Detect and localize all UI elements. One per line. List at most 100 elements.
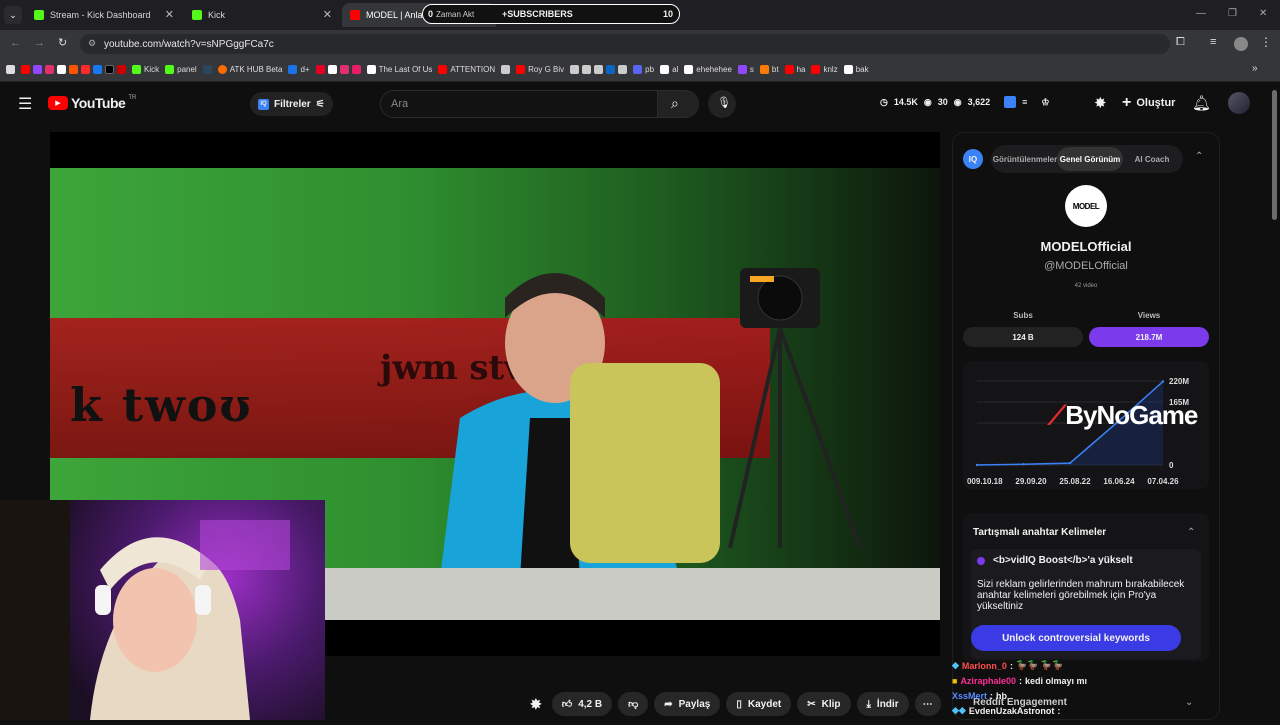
trophy-icon[interactable]: ♔: [1041, 97, 1049, 108]
profile-avatar[interactable]: [1234, 37, 1248, 51]
subs-toggle[interactable]: 124 B: [963, 327, 1083, 347]
media-icon[interactable]: ≡: [1210, 36, 1216, 48]
bookmark-item[interactable]: ehehehee: [684, 65, 732, 74]
list-icon[interactable]: ≡: [1022, 97, 1027, 107]
tab-kick-dashboard[interactable]: Stream - Kick Dashboard ✕: [26, 3, 180, 27]
page-scrollbar[interactable]: [1272, 90, 1277, 220]
bookmark-label: ehehehee: [696, 65, 732, 74]
hamburger-menu-icon[interactable]: ☰: [18, 94, 32, 114]
bookmark-item[interactable]: The Last Of Us: [366, 65, 432, 74]
create-button[interactable]: + Oluştur: [1122, 94, 1175, 112]
like-button[interactable]: 👍︎ 4,2 B: [551, 692, 613, 716]
subscriber-count-right: 10: [662, 9, 673, 19]
unlock-button[interactable]: Unlock controversial keywords: [971, 625, 1181, 651]
chat-message: XssMert: hb: [952, 690, 1008, 701]
apps-icon[interactable]: [6, 65, 15, 74]
vidiq-icon[interactable]: [1004, 96, 1017, 108]
chart-point: [1022, 463, 1025, 466]
bookmark-item[interactable]: bak: [843, 65, 869, 74]
bynogame-logo-icon: ⟋: [1048, 400, 1066, 430]
menu-icon[interactable]: ⋮: [1260, 35, 1272, 49]
clip-button[interactable]: ✂ Klip: [797, 692, 851, 716]
dislike-button[interactable]: 👎︎: [618, 692, 649, 716]
chat-user: EvdenUzakAstronot: [968, 705, 1055, 716]
bookmark-label: ATK HUB Beta: [229, 65, 283, 74]
bookmark-icons[interactable]: [315, 65, 361, 74]
bookmark-item[interactable]: Roy G Biv: [516, 65, 564, 74]
bookmark-item[interactable]: ATK HUB Beta: [217, 65, 283, 74]
close-window-icon[interactable]: ✕: [1259, 8, 1267, 19]
scissors-icon: ✂: [807, 698, 816, 710]
bookmark-icon: ▯: [736, 698, 742, 710]
bookmark-item[interactable]: d+: [288, 65, 310, 74]
forward-icon[interactable]: →: [34, 37, 45, 49]
plus-icon: +: [1122, 94, 1132, 111]
bookmark-label: pb: [645, 65, 655, 74]
views-toggle[interactable]: 218.7M: [1089, 327, 1209, 347]
bookmark-item[interactable]: knlz: [811, 65, 838, 74]
youtube-logo[interactable]: ▶ YouTube TR: [48, 95, 136, 111]
bookmark-icon[interactable]: [501, 65, 511, 74]
chevron-up-icon[interactable]: ⌃: [1187, 527, 1195, 538]
boost-title: <b>vidIQ Boost</b>'a yükselt: [993, 555, 1133, 566]
clip-label: Klip: [821, 698, 841, 710]
bookmark-item[interactable]: panel: [165, 65, 197, 74]
bookmark-item[interactable]: pb: [633, 65, 654, 74]
badge-icon: ■: [952, 675, 958, 686]
filters-button[interactable]: IQ Filtreler ⚟: [250, 92, 333, 116]
chat-user: XssMert: [952, 690, 988, 701]
search-button[interactable]: ⌕: [657, 90, 699, 118]
kick-icon: [192, 10, 202, 20]
bookmark-item[interactable]: Kick: [132, 65, 159, 74]
bookmark-label: ha: [796, 65, 806, 74]
site-info-icon[interactable]: ⚙: [88, 38, 96, 49]
tab-views[interactable]: Görüntülenmeler: [993, 147, 1057, 171]
address-bar[interactable]: ⚙ youtube.com/watch?v=sNPGggFCa7c: [80, 34, 1170, 54]
tab-overview[interactable]: Genel Görünüm: [1057, 147, 1123, 171]
search-input[interactable]: Ara: [380, 90, 658, 118]
more-actions-button[interactable]: ⋯: [914, 692, 941, 716]
vidiq-stats: ◷ 14.5K ◉ 30 ◉ 3,622 ≡ ♔: [880, 96, 1050, 108]
close-icon[interactable]: ✕: [323, 8, 332, 21]
bookmark-item[interactable]: al: [660, 65, 678, 74]
bookmark-item[interactable]: ha: [784, 65, 806, 74]
chat-message: ■ Aziraphale00: kedi olmayı mı: [952, 675, 1087, 686]
tab-search-icon[interactable]: ⌄: [4, 6, 22, 24]
close-icon[interactable]: ✕: [165, 8, 174, 21]
channel-name: MODELOfficial: [1040, 239, 1132, 254]
minimize-icon[interactable]: —: [1196, 8, 1206, 19]
save-button[interactable]: ▯ Kaydet: [726, 692, 792, 716]
voice-search-button[interactable]: 🎙︎: [708, 90, 736, 118]
account-avatar[interactable]: [1228, 92, 1250, 114]
reload-icon[interactable]: ↻: [58, 36, 67, 49]
bookmark-item[interactable]: ATTENTION: [438, 65, 495, 74]
badge-icon: ◆◆: [952, 705, 966, 715]
vidiq-gear-icon[interactable]: ✸: [530, 696, 542, 713]
collapse-icon[interactable]: ⌃: [1195, 151, 1203, 162]
tab-kick[interactable]: Kick ✕: [184, 3, 338, 27]
bookmark-label: bak: [855, 65, 869, 74]
chart-point: [975, 463, 979, 467]
gear-flower-icon[interactable]: ✸: [1094, 94, 1107, 112]
bookmark-icons[interactable]: [570, 65, 628, 74]
notifications-bell-icon[interactable]: 🔔︎: [1192, 94, 1211, 112]
more-bookmarks-icon[interactable]: »: [1252, 63, 1258, 74]
tab-title: Kick: [208, 10, 226, 20]
extensions-icon[interactable]: ⧠: [1176, 36, 1185, 49]
boost-body: Sizi reklam gelirlerinden mahrum bırakab…: [977, 579, 1185, 612]
thumbs-up-icon: 👍︎: [561, 699, 573, 710]
download-button[interactable]: ⤓ İndir: [856, 692, 909, 716]
tab-ai-coach[interactable]: AI Coach: [1123, 147, 1181, 171]
bookmark-label: Kick: [144, 65, 160, 74]
maximize-icon[interactable]: ❐: [1228, 8, 1237, 19]
bookmark-item[interactable]: bt: [759, 65, 779, 74]
clock-icon: ◷: [880, 96, 888, 107]
steam-icon[interactable]: [202, 65, 212, 74]
kick-icon: [34, 10, 44, 20]
bookmark-item[interactable]: s: [737, 65, 754, 74]
back-icon[interactable]: ←: [10, 37, 21, 49]
boost-card: <b>vidIQ Boost</b>'a yükselt Sizi reklam…: [971, 549, 1201, 659]
bookmarks-bar: Kick panel ATK HUB Beta d+ The Last Of U…: [0, 58, 1280, 82]
share-button[interactable]: ➦ Paylaş: [654, 692, 721, 716]
streamer-figure: [0, 500, 290, 720]
